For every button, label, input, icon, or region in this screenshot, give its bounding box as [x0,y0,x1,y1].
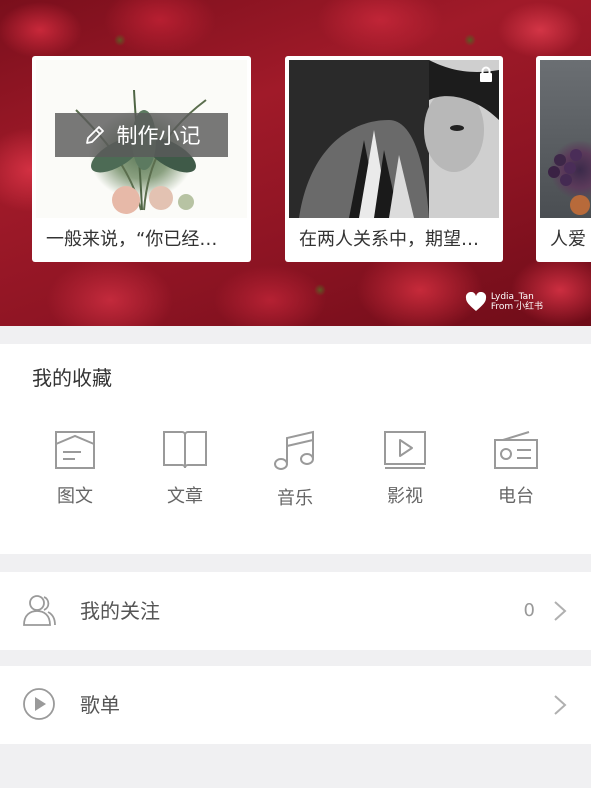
menu-item-playlist[interactable]: 歌单 [0,666,591,744]
couple-tattoo-image [289,60,499,218]
favorites-item-label: 电台 [498,486,534,507]
play-circle-icon [23,688,55,720]
card-caption: 在两人关系中，期望… [299,229,479,250]
following-count: 0 [523,600,535,621]
favorites-item-article[interactable]: 文章 [145,430,225,508]
favorites-title: 我的收藏 [32,366,112,390]
menu-item-following[interactable]: 我的关注 0 [0,572,591,650]
tattoo-photo [289,60,499,218]
radio-icon [494,431,538,469]
banner: 制作小记 一般来说，“你已经… 在两人关系中，期望… 人爱 Lydia_Tan … [0,0,591,326]
favorites-section: 我的收藏 图文 文章 音乐 影视 电台 [0,344,591,554]
pencil-icon [85,126,104,144]
image-text-icon [55,431,95,469]
favorites-item-radio[interactable]: 电台 [476,430,556,508]
menu-item-label: 歌单 [80,693,120,717]
card-caption: 一般来说，“你已经… [46,229,218,250]
watermark: Lydia_Tan From 小红书 [465,292,543,312]
favorites-item-music[interactable]: 音乐 [255,430,335,510]
heart-logo-icon [465,292,486,311]
watermark-source: From 小红书 [490,302,543,312]
make-note-label: 制作小记 [116,124,201,148]
favorites-item-label: 音乐 [277,488,313,509]
make-note-button[interactable]: 制作小记 [55,113,228,157]
grapes-figs-image [540,60,591,218]
music-note-icon [274,430,314,470]
card-caption: 人爱 [550,229,586,250]
video-play-icon [384,431,426,469]
menu-item-label: 我的关注 [80,599,160,623]
book-icon [163,431,207,469]
favorites-item-video[interactable]: 影视 [365,430,445,508]
chevron-right-icon [554,601,567,621]
note-card[interactable]: 在两人关系中，期望… [285,56,503,262]
chevron-right-icon [554,695,567,715]
lock-icon [480,66,492,82]
favorites-item-label: 文章 [167,486,203,507]
favorites-item-image-text[interactable]: 图文 [35,430,115,508]
note-card[interactable]: 人爱 [536,56,591,262]
favorites-item-label: 影视 [387,486,423,507]
note-card[interactable]: 制作小记 一般来说，“你已经… [32,56,251,262]
watermark-author: Lydia_Tan [490,292,534,302]
grapes-photo [548,149,590,215]
users-icon [23,595,56,626]
favorites-item-label: 图文 [57,486,93,507]
